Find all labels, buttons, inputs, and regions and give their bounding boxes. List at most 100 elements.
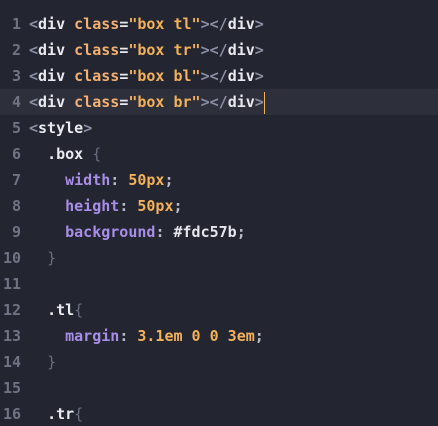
code-token: <: [29, 41, 39, 59]
code-token: ;: [254, 327, 264, 345]
line-number: 11: [2, 275, 21, 293]
line-number: 3: [11, 67, 21, 85]
code-line[interactable]: 2 <div class="box tr"></div>: [0, 37, 438, 63]
code-line[interactable]: 5 <style>: [0, 115, 438, 141]
code-token: ;: [173, 197, 183, 215]
code-token: 50px: [137, 197, 174, 215]
code-line[interactable]: 10 }: [0, 245, 438, 271]
code-token: #fdc57b: [173, 223, 237, 241]
code-line[interactable]: 13 margin: 3.1em 0 0 3em;: [0, 323, 438, 349]
code-token: {: [92, 145, 102, 163]
code-token: div: [227, 41, 255, 59]
code-editor[interactable]: 1 <div class="box tl"></div> 2 <div class="…: [0, 0, 438, 426]
line-code: <style>: [29, 115, 92, 141]
code-token: "box tr": [128, 41, 201, 59]
code-token: >: [200, 93, 210, 111]
code-token: {: [74, 405, 84, 423]
code-token: "box bl": [128, 67, 201, 85]
code-token: div: [38, 15, 66, 33]
line-code: width: 50px;: [29, 167, 174, 193]
code-token: >: [200, 41, 210, 59]
line-code: .box {: [29, 141, 101, 167]
code-token: "box tl": [128, 15, 201, 33]
code-token: "box br": [128, 93, 201, 111]
code-token: =: [119, 93, 129, 111]
code-line[interactable]: 16 .tr{: [0, 401, 438, 426]
code-token: <: [29, 93, 39, 111]
line-number: 13: [2, 327, 21, 345]
line-number: 2: [11, 41, 21, 59]
code-token: class: [74, 67, 120, 85]
code-token: }: [47, 249, 57, 267]
line-number: 4: [11, 93, 21, 111]
code-line[interactable]: 3 <div class="box bl"></div>: [0, 63, 438, 89]
code-token: width: [65, 171, 111, 189]
line-code: height: 50px;: [29, 193, 183, 219]
code-token: </: [209, 67, 228, 85]
line-number: 5: [11, 119, 21, 137]
line-number: 15: [2, 379, 21, 397]
code-token: =: [119, 15, 129, 33]
code-line[interactable]: 9 background: #fdc57b;: [0, 219, 438, 245]
code-token: =: [119, 67, 129, 85]
line-number: 6: [11, 145, 21, 163]
code-line[interactable]: 1 <div class="box tl"></div>: [0, 11, 438, 37]
line-code: }: [29, 245, 56, 271]
line-code: <div class="box tl"></div>: [29, 11, 264, 37]
code-token: >: [254, 41, 264, 59]
code-token: class: [74, 93, 120, 111]
line-number: 8: [11, 197, 21, 215]
code-token: <: [29, 119, 39, 137]
code-token: class: [74, 15, 120, 33]
code-token: </: [209, 15, 228, 33]
code-line[interactable]: 8 height: 50px;: [0, 193, 438, 219]
code-token: >: [254, 67, 264, 85]
code-line[interactable]: 7 width: 50px;: [0, 167, 438, 193]
line-number: 1: [11, 15, 21, 33]
line-number: 14: [2, 353, 21, 371]
code-token: }: [47, 353, 57, 371]
code-token: class: [74, 41, 120, 59]
code-token: div: [227, 93, 255, 111]
line-code: background: #fdc57b;: [29, 219, 246, 245]
code-token: .tl: [47, 301, 75, 319]
code-token: >: [83, 119, 93, 137]
code-token: div: [227, 67, 255, 85]
code-token: .box: [47, 145, 84, 163]
line-number: 9: [11, 223, 21, 241]
code-line[interactable]: 11: [0, 271, 438, 297]
line-code: <div class="box tr"></div>: [29, 37, 264, 63]
code-token: >: [254, 15, 264, 33]
code-token: <: [29, 67, 39, 85]
code-token: =: [119, 41, 129, 59]
code-token: margin: [65, 327, 120, 345]
code-token: ;: [236, 223, 246, 241]
code-token: background: [65, 223, 156, 241]
code-line[interactable]: 14 }: [0, 349, 438, 375]
line-number: 16: [2, 405, 21, 423]
text-cursor: [263, 91, 265, 114]
code-line[interactable]: 4 <div class="box br"></div>: [0, 89, 438, 115]
code-token: height: [65, 197, 120, 215]
code-token: </: [209, 41, 228, 59]
code-line[interactable]: 15: [0, 375, 438, 401]
code-token: >: [254, 93, 264, 111]
code-line[interactable]: 12 .tl{: [0, 297, 438, 323]
code-token: div: [227, 15, 255, 33]
code-token: <: [29, 15, 39, 33]
code-token: 50px: [128, 171, 165, 189]
code-line[interactable]: 6 .box {: [0, 141, 438, 167]
code-token: ;: [164, 171, 174, 189]
